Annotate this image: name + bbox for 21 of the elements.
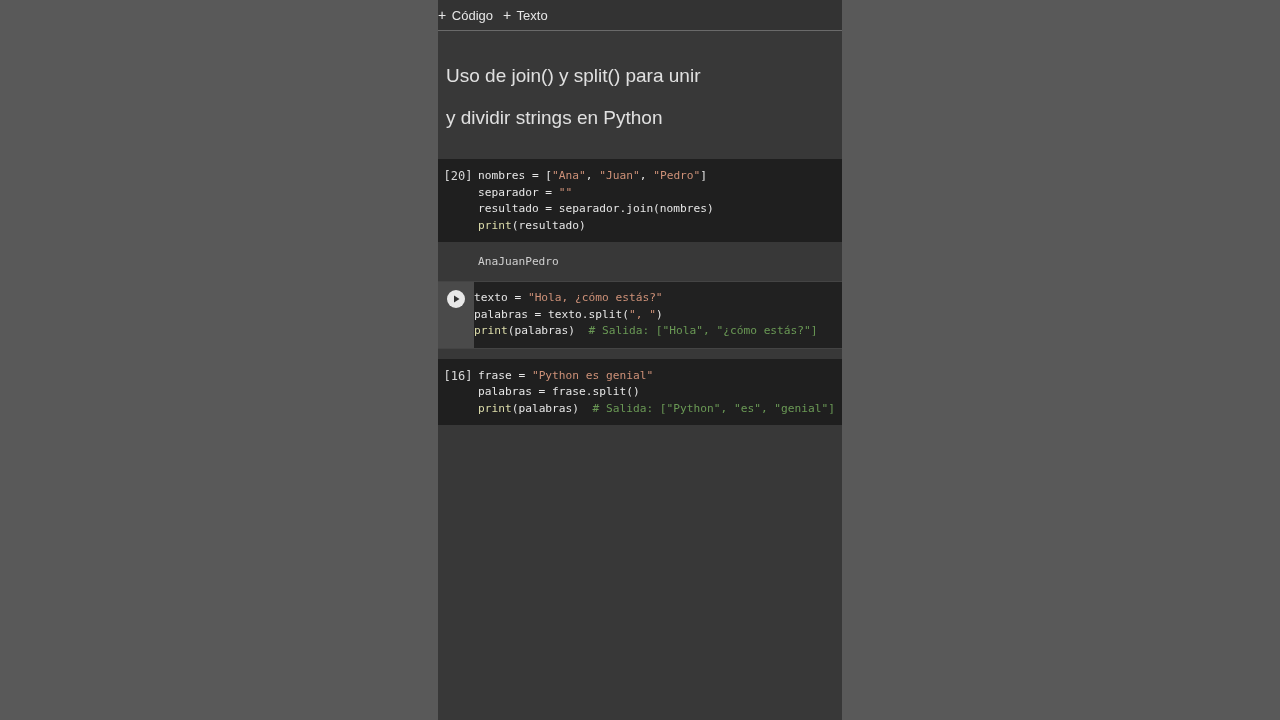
execution-count: [20] xyxy=(443,168,473,185)
code-line: resultado = separador.join(nombres) xyxy=(478,201,714,217)
code-line: palabras = frase.split() xyxy=(478,384,641,400)
code-line: texto = "Hola, ¿cómo estás?" xyxy=(474,290,664,306)
code-line: frase = "Python es genial" xyxy=(478,367,655,384)
execution-count: [16] xyxy=(443,367,473,384)
add-cell-button[interactable]: + Código xyxy=(438,5,497,25)
heading-text: y dividir strings en Python xyxy=(446,106,664,130)
code-line: print(palabras) # Salida: ["Hola", "¿cómo estás?"] xyxy=(474,323,818,339)
code-line: nombres = ["Ana", "Juan", "Pedro"] xyxy=(478,168,709,184)
add-cell-button[interactable]: + Texto xyxy=(503,5,552,25)
code-line: print(resultado) xyxy=(478,217,587,234)
code-cell[interactable]: texto = "Hola, ¿cómo estás?" palabras = texto.split(", ") print(palabras) # Salida: ["Hola", "¿cómo estás?"] xyxy=(438,281,842,349)
code-line: palabras = texto.split(", ") xyxy=(474,306,664,323)
code-line: print(palabras) # Salida: ["Python", "es", "genial"] xyxy=(478,400,835,417)
heading-text: Uso de join() y split() para unir xyxy=(446,64,702,88)
code-cell[interactable]: [16] frase = "Python es genial" palabras = frase.split() print(palabras) # Salida: ["Python", "es", "genial"] xyxy=(438,358,842,425)
code-cell[interactable]: [20] nombres = ["Ana", "Juan", "Pedro"] separador = "" resultado = separador.join(nombres) print(resultado) xyxy=(438,159,842,242)
cell-output: AnaJuanPedro xyxy=(478,255,559,268)
code-line: separador = "" xyxy=(478,184,574,201)
run-button-icon[interactable] xyxy=(447,290,465,308)
